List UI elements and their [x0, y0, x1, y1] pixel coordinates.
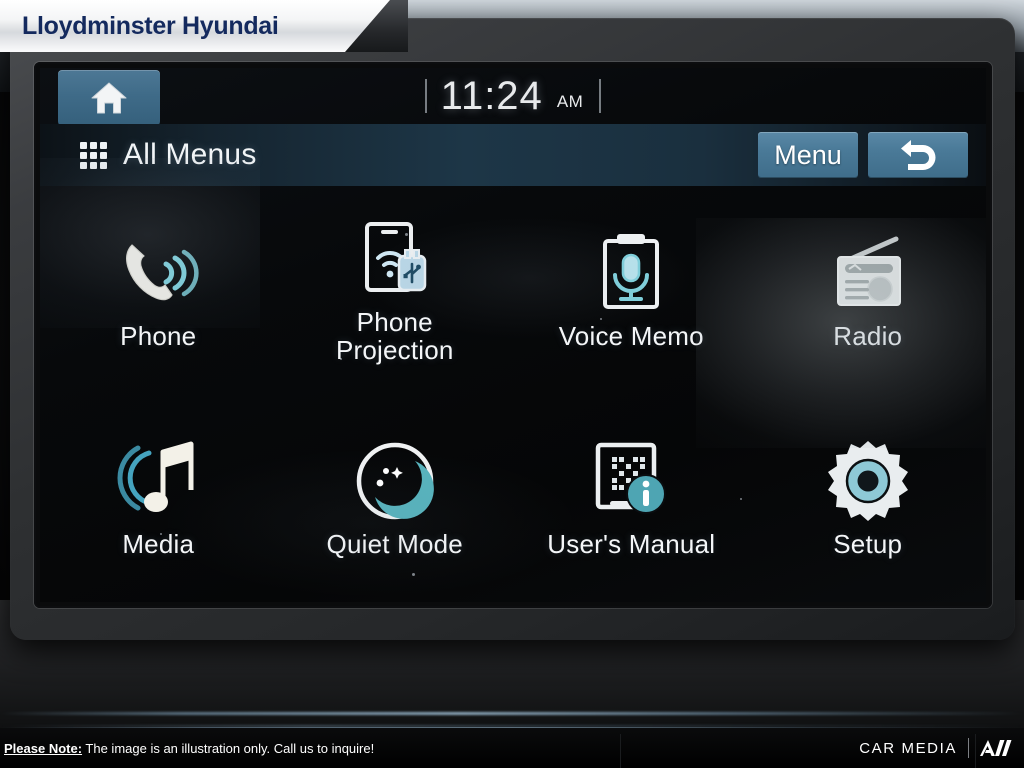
app-tile-phone[interactable]: Phone [40, 186, 277, 394]
footer-divider-one [620, 734, 621, 768]
app-label: User's Manual [547, 528, 716, 559]
app-grid: Phone Phone Projection Voice Memo Radio … [40, 186, 986, 602]
qr-manual-icon [588, 438, 674, 524]
menu-button-label: Menu [774, 139, 842, 170]
app-label: Phone [120, 320, 197, 351]
clock-divider-right [599, 79, 602, 113]
brand-lockup: CAR MEDIA [859, 728, 1014, 768]
app-tile-phone-projection[interactable]: Phone Projection [277, 186, 514, 394]
disclaimer-body: The image is an illustration only. Call … [82, 740, 375, 756]
moon-icon [353, 438, 437, 524]
app-tile-setup[interactable]: Setup [750, 394, 987, 602]
dealer-name: Lloydminster Hyundai [22, 11, 279, 40]
title-bar: All Menus Menu [40, 124, 986, 186]
phone-projection-icon [353, 216, 437, 302]
app-label: Voice Memo [558, 320, 704, 351]
music-note-icon [115, 438, 201, 524]
home-button[interactable] [58, 70, 160, 126]
footer-divider-two [975, 734, 976, 768]
brand-logo-icon [980, 738, 1014, 758]
page-title: All Menus [123, 138, 257, 171]
app-label: Setup [833, 528, 903, 559]
clock-time: 11:24 [440, 73, 543, 118]
phone-handset-icon [116, 230, 200, 316]
app-label: Phone Projection [335, 306, 454, 365]
radio-icon [822, 230, 914, 316]
dealer-banner: Lloydminster Hyundai [0, 0, 390, 52]
app-label: Quiet Mode [326, 528, 463, 559]
screenshot-stage: Lloydminster Hyundai 11:24 AM All Menus … [0, 0, 1024, 768]
back-button[interactable] [868, 132, 968, 178]
disclaimer-text: Please Note: The image is an illustratio… [0, 741, 374, 756]
voice-memo-icon [591, 230, 671, 316]
clock: 11:24 AM [40, 68, 986, 124]
grid-menu-icon [80, 141, 107, 169]
app-tile-media[interactable]: Media [40, 394, 277, 602]
menu-button[interactable]: Menu [758, 132, 858, 178]
gear-icon [825, 438, 911, 524]
app-tile-voice-memo[interactable]: Voice Memo [513, 186, 750, 394]
infotainment-screen: 11:24 AM All Menus Menu Phone Phone Proj… [40, 68, 986, 602]
back-arrow-icon [901, 140, 936, 170]
status-bar: 11:24 AM [40, 68, 986, 126]
app-label: Radio [833, 320, 903, 351]
disclaimer-label: Please Note: [4, 740, 83, 756]
clock-period: AM [556, 92, 584, 111]
home-icon [91, 82, 127, 114]
app-tile-users-manual[interactable]: User's Manual [513, 394, 750, 602]
brand-divider [968, 738, 969, 758]
app-label: Media [122, 528, 195, 559]
app-tile-quiet-mode[interactable]: Quiet Mode [277, 394, 514, 602]
brand-name: CAR MEDIA [859, 739, 957, 757]
background-trim-highlight [0, 712, 1024, 715]
app-tile-radio[interactable]: Radio [750, 186, 987, 394]
footer-bar: Please Note: The image is an illustratio… [0, 728, 1024, 768]
